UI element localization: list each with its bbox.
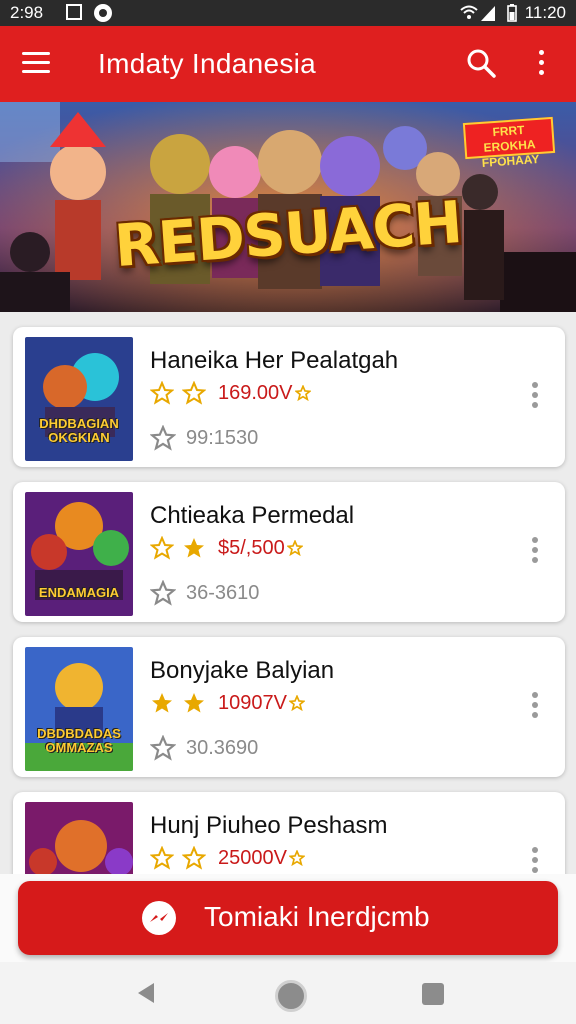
more-vert-icon[interactable] — [531, 847, 539, 877]
star-gray-icon — [150, 425, 176, 451]
item-title: Haneika Her Pealatgah — [150, 347, 399, 374]
list-item[interactable]: ENDAMAGIA Chtieaka Permedal $5/,500 36-3… — [13, 482, 565, 622]
status-time-left: 2:98 — [10, 3, 44, 22]
banner-badge: FRRT EROKHA FPOHAAY — [462, 116, 556, 170]
recents-icon[interactable] — [422, 983, 444, 1005]
list-item[interactable]: DHDBAGIAN OKGKIAN Haneika Her Pealatgah … — [13, 327, 565, 467]
messenger-cta-button[interactable]: Tomiaki Inerdjcmb — [18, 881, 558, 955]
search-icon[interactable] — [466, 48, 496, 78]
messenger-icon — [142, 901, 176, 935]
more-vert-icon[interactable] — [531, 382, 539, 412]
system-nav-bar — [0, 962, 576, 1024]
item-title: Chtieaka Permedal — [150, 502, 355, 529]
game-thumbnail: ENDAMAGIA — [25, 492, 133, 616]
status-bar: 2:98 11:20 — [0, 0, 576, 26]
item-price: 25000V — [218, 846, 287, 869]
more-vert-icon[interactable] — [531, 537, 539, 567]
item-rating: 25000V — [150, 846, 305, 870]
back-icon[interactable] — [136, 982, 156, 1004]
menu-icon[interactable] — [22, 52, 50, 74]
star-gray-icon — [150, 735, 176, 761]
more-vert-icon[interactable] — [532, 50, 550, 80]
star-outline-icon — [150, 846, 174, 870]
item-count: 36-3610 — [186, 581, 260, 604]
item-price: 10907V — [218, 691, 287, 714]
wifi-icon — [460, 5, 495, 21]
item-price: 169.00V — [218, 381, 293, 404]
star-outline-icon — [288, 850, 305, 866]
cta-label: Tomiaki Inerdjcmb — [204, 901, 430, 932]
star-outline-icon — [286, 540, 303, 556]
star-outline-icon — [182, 846, 206, 870]
app-bar: Imdaty Indanesia — [0, 26, 576, 102]
thumbnail-label: ENDAMAGIA — [38, 585, 120, 600]
hero-banner[interactable]: REDSUACH FRRT EROKHA FPOHAAY — [0, 102, 576, 312]
star-outline-icon — [288, 695, 305, 711]
star-gray-icon — [150, 580, 176, 606]
star-outline-icon — [150, 536, 174, 560]
app-title: Imdaty Indanesia — [98, 48, 317, 79]
item-meta: 36-3610 — [150, 580, 259, 606]
star-filled-icon — [152, 693, 172, 713]
item-rating: 10907V — [150, 691, 305, 715]
item-title: Hunj Piuheo Peshasm — [150, 812, 388, 839]
item-count: 30.3690 — [186, 736, 259, 759]
battery-icon — [506, 4, 517, 22]
star-filled-icon — [184, 693, 204, 713]
game-thumbnail: DBDBDADAS OMMAZAS — [25, 647, 133, 771]
star-filled-icon — [184, 538, 204, 558]
more-vert-icon[interactable] — [531, 692, 539, 722]
item-price: $5/,500 — [218, 536, 285, 559]
item-rating: $5/,500 — [150, 536, 303, 560]
thumbnail-label: DBDBDADAS OMMAZAS — [37, 726, 121, 755]
star-outline-icon — [182, 381, 206, 405]
game-thumbnail: DHDBAGIAN OKGKIAN — [25, 337, 133, 461]
home-icon[interactable] — [275, 980, 307, 1012]
item-title: Bonyjake Balyian — [150, 657, 335, 684]
star-outline-icon — [150, 381, 174, 405]
star-outline-icon — [294, 385, 311, 401]
status-time-right: 11:20 — [524, 3, 566, 22]
thumbnail-label: DHDBAGIAN OKGKIAN — [39, 416, 119, 445]
record-icon — [94, 4, 112, 22]
list-item[interactable]: DBDBDADAS OMMAZAS Bonyjake Balyian 10907… — [13, 637, 565, 777]
item-meta: 99:1530 — [150, 425, 258, 451]
image-icon — [66, 4, 82, 20]
item-meta: 30.3690 — [150, 735, 258, 761]
item-count: 99:1530 — [186, 426, 259, 449]
item-rating: 169.00V — [150, 381, 311, 405]
